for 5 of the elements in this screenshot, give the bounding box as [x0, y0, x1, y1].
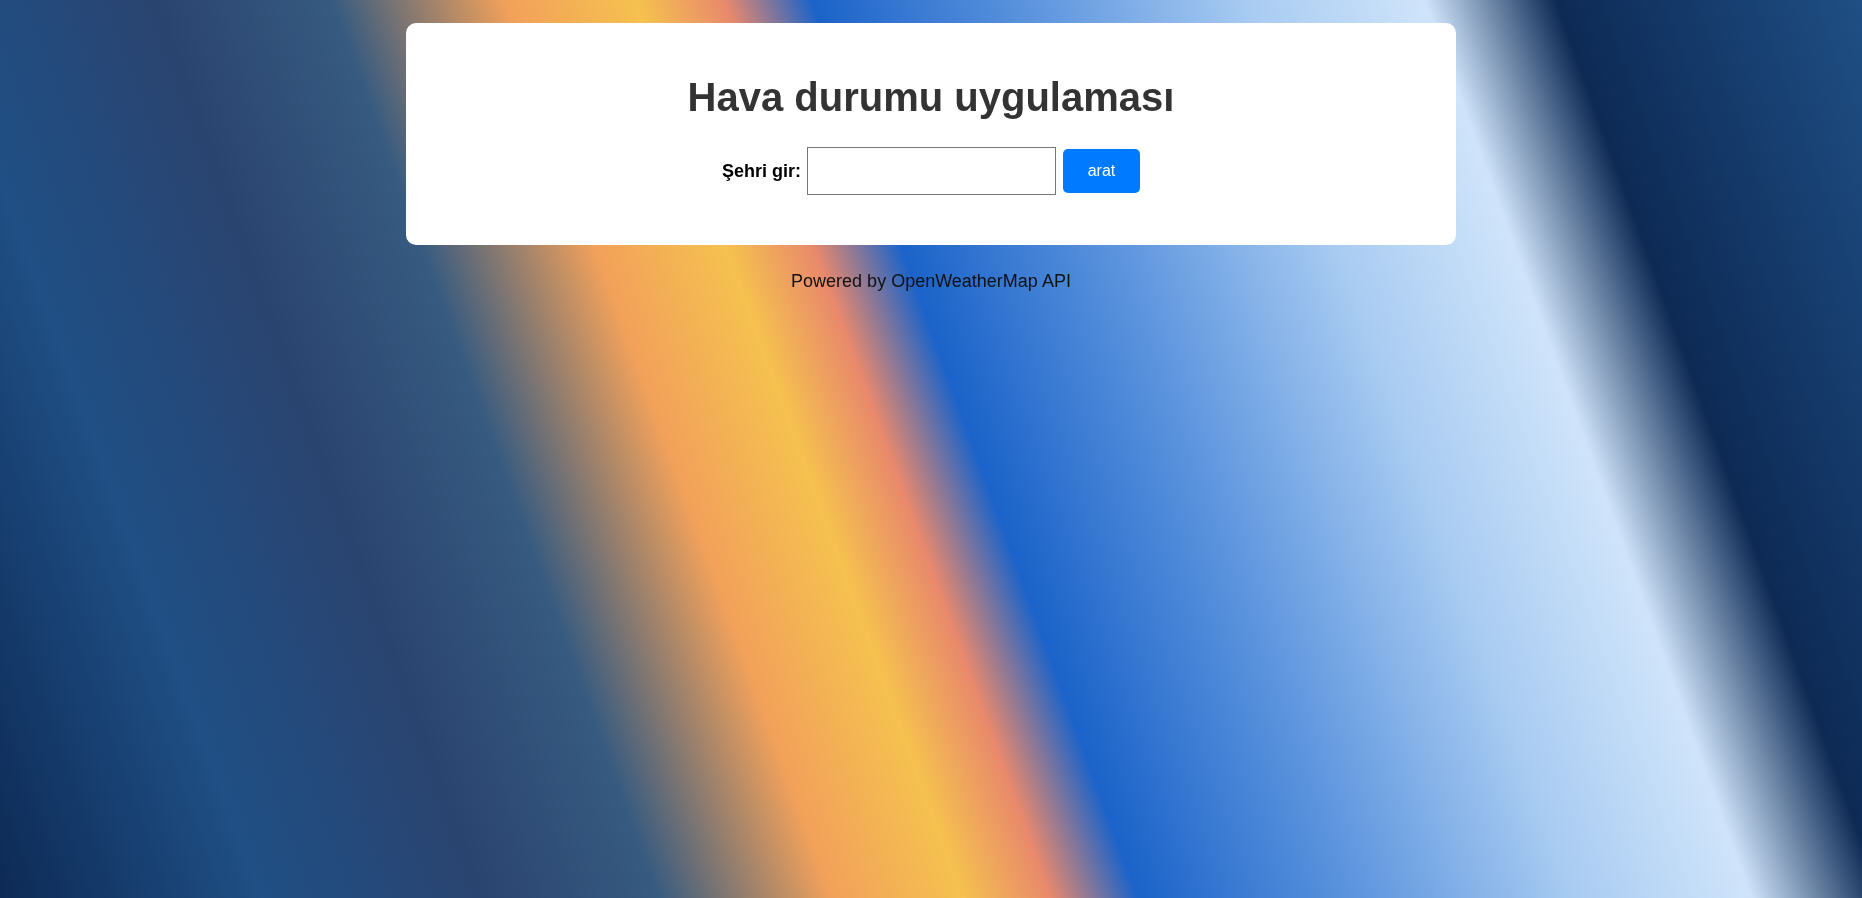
- search-button[interactable]: arat: [1063, 149, 1140, 193]
- city-label: Şehri gir:: [722, 160, 801, 182]
- city-input-field[interactable]: [807, 147, 1056, 195]
- powered-by-text: Powered by OpenWeatherMap API: [791, 270, 1071, 292]
- app-title: Hava durumu uygulaması: [686, 74, 1176, 120]
